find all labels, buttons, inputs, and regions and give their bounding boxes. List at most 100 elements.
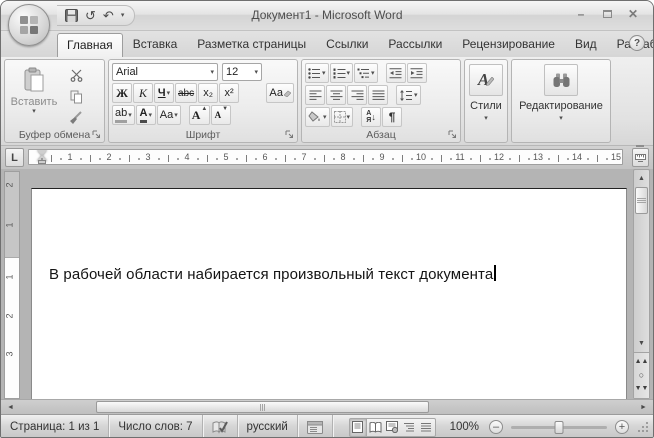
spellcheck-indicator[interactable] — [203, 415, 238, 438]
zoom-out-button[interactable]: – — [489, 420, 503, 434]
document-text[interactable]: В рабочей области набирается произвольны… — [49, 265, 496, 283]
scroll-left-button[interactable]: ◄ — [3, 401, 18, 414]
increase-indent-button[interactable] — [407, 63, 427, 83]
sort-button[interactable]: АЯ ↓ — [361, 107, 381, 127]
editing-button[interactable] — [544, 64, 578, 96]
ribbon-tab-7[interactable]: Вид — [565, 32, 607, 57]
format-painter-button[interactable] — [66, 109, 86, 126]
minimize-button[interactable]: – — [571, 6, 591, 21]
bold-button[interactable]: Ж — [112, 83, 132, 103]
zoom-level-button[interactable]: 100% — [450, 421, 479, 433]
align-right-button[interactable] — [347, 85, 367, 105]
decrease-indent-button[interactable] — [386, 63, 406, 83]
styles-label: Стили — [470, 100, 502, 112]
vertical-scroll-thumb[interactable] — [635, 187, 648, 214]
grow-font-button[interactable]: А ▲ — [189, 105, 211, 125]
align-center-button[interactable] — [326, 85, 346, 105]
tab-selector-button[interactable]: L — [5, 148, 24, 167]
left-indent-marker[interactable] — [38, 160, 46, 164]
clear-formatting-button[interactable]: Аа — [266, 83, 294, 103]
zoom-slider[interactable] — [511, 426, 607, 429]
language-indicator[interactable]: русский — [238, 415, 298, 438]
highlight-color-button[interactable]: ab ▾ — [112, 105, 135, 125]
split-handle[interactable] — [636, 145, 644, 147]
font-color-label: А — [140, 107, 148, 122]
italic-button[interactable]: К — [133, 83, 153, 103]
save-button[interactable] — [65, 9, 78, 22]
styles-button[interactable]: А — [469, 64, 503, 96]
word-count-indicator[interactable]: Число слов: 7 — [109, 415, 202, 438]
qat-customize-button[interactable]: ▾ — [121, 12, 125, 19]
align-left-button[interactable] — [305, 85, 325, 105]
ribbon-tab-5[interactable]: Рассылки — [378, 32, 452, 57]
clipboard-dialog-launcher[interactable] — [92, 130, 102, 140]
justify-button[interactable] — [368, 85, 388, 105]
ruler-number: 12 — [494, 152, 504, 162]
maximize-button[interactable] — [597, 6, 617, 21]
redo-button[interactable]: ↶ — [103, 9, 114, 22]
line-spacing-icon — [399, 90, 413, 101]
ruler-toggle-button[interactable] — [632, 148, 649, 167]
paste-button[interactable]: Вставить ▾ — [8, 63, 60, 127]
scroll-right-button[interactable]: ► — [636, 401, 651, 414]
show-marks-button[interactable]: ¶ — [382, 107, 402, 127]
font-name-combobox[interactable]: Arial ▾ — [112, 63, 218, 81]
borders-button[interactable]: ▾ — [331, 107, 354, 127]
chevron-down-icon: ▾ — [206, 69, 214, 76]
ribbon-tab-3[interactable]: Разметка страницы — [187, 32, 316, 57]
office-button[interactable] — [8, 4, 50, 46]
copy-button[interactable] — [66, 88, 86, 105]
bullets-button[interactable]: ▾ — [305, 63, 329, 83]
styles-group[interactable]: А Стили ▾ — [464, 59, 508, 143]
font-color-button[interactable]: А ▾ — [136, 105, 156, 125]
previous-page-button[interactable]: ▲▲ — [635, 360, 649, 364]
ruler-tick — [41, 158, 43, 160]
strikethrough-button[interactable]: abc — [175, 83, 197, 103]
ribbon-tab-6[interactable]: Рецензирование — [452, 32, 565, 57]
paragraph-dialog-launcher[interactable] — [448, 130, 458, 140]
chevron-down-icon: ▾ — [323, 114, 327, 121]
numbering-button[interactable]: ▾ — [330, 63, 354, 83]
zoom-slider-thumb[interactable] — [555, 421, 564, 434]
ribbon-tab-2[interactable]: Вставка — [123, 32, 188, 57]
draft-view-button[interactable] — [418, 419, 435, 436]
macro-record-button[interactable] — [298, 415, 333, 438]
scroll-down-button[interactable]: ▼ — [635, 336, 648, 351]
horizontal-scroll-thumb[interactable] — [96, 401, 429, 413]
scroll-up-button[interactable]: ▲ — [635, 171, 648, 186]
editing-group[interactable]: Редактирование ▾ — [511, 59, 611, 143]
font-dialog-launcher[interactable] — [285, 130, 295, 140]
down-arrow-icon: ▼ — [222, 106, 228, 112]
ruler-number: 9 — [379, 152, 384, 162]
zoom-in-button[interactable]: + — [615, 420, 629, 434]
outline-view-button[interactable] — [401, 419, 418, 436]
spellcheck-icon — [212, 420, 228, 434]
change-case-button[interactable]: Aa ▾ — [157, 105, 181, 125]
fullscreen-reading-view-button[interactable] — [367, 419, 384, 436]
ruler-tick — [587, 158, 589, 160]
subscript-button[interactable]: x₂ — [198, 83, 218, 103]
help-button[interactable]: ? — [629, 35, 645, 51]
ruler-number: 10 — [416, 152, 426, 162]
multilevel-list-button[interactable]: ▾ — [354, 63, 378, 83]
vertical-scrollbar[interactable]: ▲ ▼ ▲▲ ○ ▼▼ — [633, 169, 650, 399]
resize-grip[interactable] — [637, 420, 649, 434]
ribbon-tab-4[interactable]: Ссылки — [316, 32, 378, 57]
next-page-button[interactable]: ▼▼ — [635, 387, 649, 391]
shading-button[interactable]: ▾ — [305, 107, 330, 127]
page-number-indicator[interactable]: Страница: 1 из 1 — [1, 415, 109, 438]
shrink-font-button[interactable]: А ▼ — [211, 105, 231, 125]
superscript-button[interactable]: x² — [219, 83, 239, 103]
cut-button[interactable] — [66, 67, 86, 84]
line-spacing-button[interactable]: ▾ — [396, 85, 421, 105]
close-button[interactable]: ✕ — [623, 6, 643, 21]
underline-button[interactable]: Ч ▾ — [154, 83, 174, 103]
horizontal-scrollbar[interactable]: ◄ ► — [1, 399, 653, 414]
undo-button[interactable]: ↺ — [85, 9, 96, 22]
document-page[interactable]: В рабочей области набирается произвольны… — [31, 188, 627, 399]
font-size-combobox[interactable]: 12 ▾ — [222, 63, 262, 81]
select-browse-object-button[interactable]: ○ — [639, 371, 644, 380]
web-layout-view-button[interactable] — [384, 419, 401, 436]
ribbon-tab-1[interactable]: Главная — [57, 33, 123, 57]
print-layout-view-button[interactable] — [350, 419, 367, 436]
